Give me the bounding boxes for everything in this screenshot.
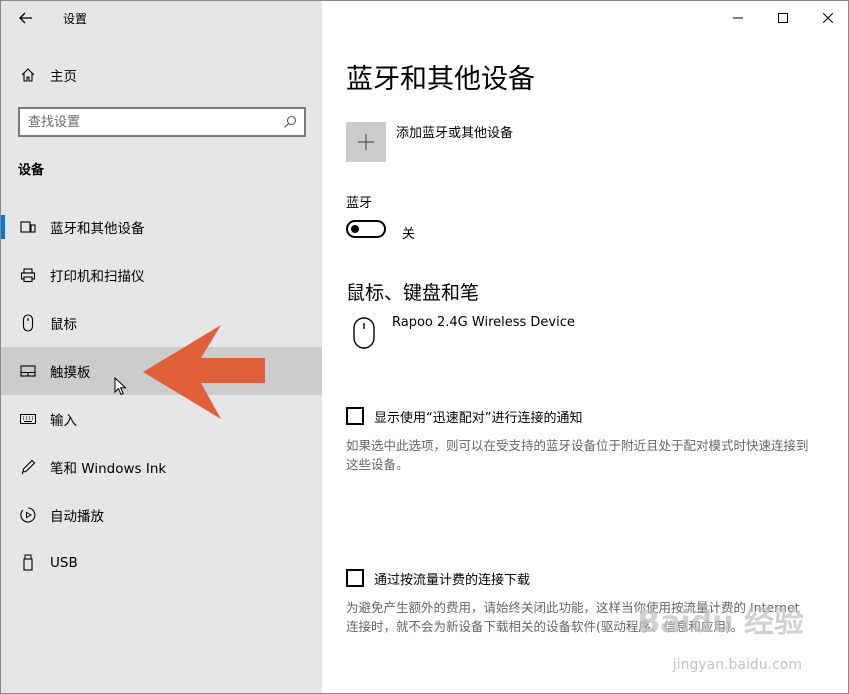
watermark-logo: Baidu 经验: [637, 605, 804, 640]
settings-window: 设置 主页 设备 蓝牙和其他设备 打印机和扫描仪: [0, 0, 849, 694]
search-input[interactable]: [28, 112, 278, 132]
back-button[interactable]: [15, 7, 37, 29]
titlebar: 设置: [1, 1, 322, 35]
window-controls: [715, 1, 848, 35]
selection-indicator: [1, 215, 5, 239]
toggle-knob: [351, 225, 359, 233]
add-device-label[interactable]: 添加蓝牙或其他设备: [396, 122, 513, 141]
sidebar-item-autoplay[interactable]: 自动播放: [1, 491, 322, 539]
mouse-icon: [19, 314, 37, 332]
autoplay-icon: [19, 506, 37, 524]
sidebar-item-label: 输入: [50, 413, 77, 429]
sidebar: 设置 主页 设备 蓝牙和其他设备 打印机和扫描仪: [1, 1, 322, 693]
sidebar-item-usb[interactable]: USB: [1, 539, 322, 587]
maximize-icon: [777, 13, 788, 23]
sidebar-item-printers[interactable]: 打印机和扫描仪: [1, 251, 322, 299]
watermark-url: jingyan.baidu.com: [672, 657, 802, 673]
swift-pair-description: 如果选中此选项，则可以在受支持的蓝牙设备位于附近且处于配对模式时快速连接到这些设…: [346, 438, 809, 472]
touchpad-icon: [19, 362, 37, 380]
sidebar-item-home[interactable]: 主页: [1, 61, 322, 89]
sidebar-item-label: 蓝牙和其他设备: [50, 221, 145, 237]
device-name[interactable]: Rapoo 2.4G Wireless Device: [392, 315, 575, 330]
sidebar-item-bluetooth[interactable]: 蓝牙和其他设备: [1, 203, 322, 251]
sidebar-item-pen[interactable]: 笔和 Windows Ink: [1, 443, 322, 491]
close-icon: [822, 13, 833, 23]
sidebar-item-label: 鼠标: [50, 317, 77, 333]
section-heading-mouse: 鼠标、键盘和笔: [346, 282, 480, 304]
main-content: 蓝牙和其他设备 添加蓝牙或其他设备 蓝牙 关 鼠标、键盘和笔 Rapoo 2.4…: [322, 1, 848, 693]
page-title: 蓝牙和其他设备: [346, 64, 535, 95]
maximize-button[interactable]: [760, 1, 805, 35]
sidebar-item-label: 笔和 Windows Ink: [50, 461, 167, 477]
back-arrow-icon: [19, 12, 32, 24]
sidebar-item-label: 自动播放: [50, 509, 104, 525]
add-device-button[interactable]: [346, 122, 386, 162]
search-icon[interactable]: [283, 115, 297, 129]
search-box[interactable]: [18, 107, 306, 137]
usb-icon: [19, 554, 37, 572]
printer-icon: [19, 266, 37, 284]
metered-download-checkbox[interactable]: [346, 569, 364, 587]
plus-icon: [358, 134, 374, 150]
section-title: 设备: [18, 163, 45, 178]
bluetooth-state: 关: [402, 227, 416, 242]
swift-pair-label[interactable]: 显示使用“迅速配对”进行连接的通知: [374, 407, 582, 426]
home-icon: [19, 66, 37, 84]
app-title: 设置: [63, 12, 88, 26]
keyboard-icon: [19, 410, 37, 428]
annotation-arrow-icon: [143, 325, 265, 419]
bluetooth-toggle[interactable]: [346, 220, 386, 238]
sidebar-item-label: USB: [50, 555, 78, 571]
bluetooth-label: 蓝牙: [346, 196, 373, 211]
swift-pair-checkbox[interactable]: [346, 407, 364, 425]
mouse-device-icon: [353, 317, 375, 349]
sidebar-item-label: 打印机和扫描仪: [50, 269, 145, 285]
close-button[interactable]: [805, 1, 848, 35]
metered-download-label[interactable]: 通过按流量计费的连接下载: [374, 569, 530, 588]
minimize-icon: [732, 17, 743, 19]
minimize-button[interactable]: [715, 1, 760, 35]
bluetooth-devices-icon: [19, 218, 37, 236]
mouse-cursor-icon: [114, 377, 127, 396]
sidebar-item-label: 主页: [50, 69, 77, 85]
pen-icon: [19, 458, 37, 476]
sidebar-item-label: 触摸板: [50, 365, 91, 381]
